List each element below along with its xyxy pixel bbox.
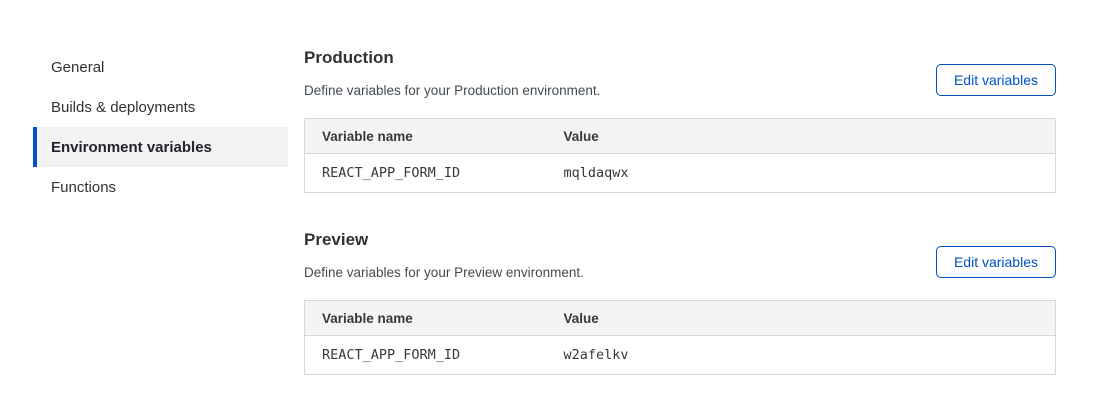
sidebar-item-functions[interactable]: Functions xyxy=(33,167,288,207)
production-variables-table: Variable name Value REACT_APP_FORM_ID mq… xyxy=(304,118,1056,193)
sidebar-item-builds-deployments[interactable]: Builds & deployments xyxy=(33,87,288,127)
variable-name-cell: REACT_APP_FORM_ID xyxy=(305,154,547,193)
preview-section: Preview Define variables for your Previe… xyxy=(304,230,1056,375)
column-header-variable-name: Variable name xyxy=(305,119,547,154)
variable-value-cell: w2afelkv xyxy=(547,336,1056,375)
sidebar-item-label: Builds & deployments xyxy=(51,99,195,116)
table-header-row: Variable name Value xyxy=(305,119,1056,154)
edit-variables-button-production[interactable]: Edit variables xyxy=(936,64,1056,96)
sidebar-item-label: General xyxy=(51,59,104,76)
sidebar-item-label: Environment variables xyxy=(51,139,212,156)
production-section: Production Define variables for your Pro… xyxy=(304,48,1056,193)
column-header-variable-name: Variable name xyxy=(305,301,547,336)
settings-sidebar: General Builds & deployments Environment… xyxy=(33,47,288,207)
environment-variables-panel: Production Define variables for your Pro… xyxy=(304,48,1056,375)
variable-value-cell: mqldaqwx xyxy=(547,154,1056,193)
sidebar-item-general[interactable]: General xyxy=(33,47,288,87)
preview-variables-table: Variable name Value REACT_APP_FORM_ID w2… xyxy=(304,300,1056,375)
table-header-row: Variable name Value xyxy=(305,301,1056,336)
sidebar-item-environment-variables[interactable]: Environment variables xyxy=(33,127,288,167)
table-row: REACT_APP_FORM_ID w2afelkv xyxy=(305,336,1056,375)
table-row: REACT_APP_FORM_ID mqldaqwx xyxy=(305,154,1056,193)
edit-variables-button-preview[interactable]: Edit variables xyxy=(936,246,1056,278)
variable-name-cell: REACT_APP_FORM_ID xyxy=(305,336,547,375)
column-header-value: Value xyxy=(547,301,1056,336)
column-header-value: Value xyxy=(547,119,1056,154)
sidebar-item-label: Functions xyxy=(51,179,116,196)
